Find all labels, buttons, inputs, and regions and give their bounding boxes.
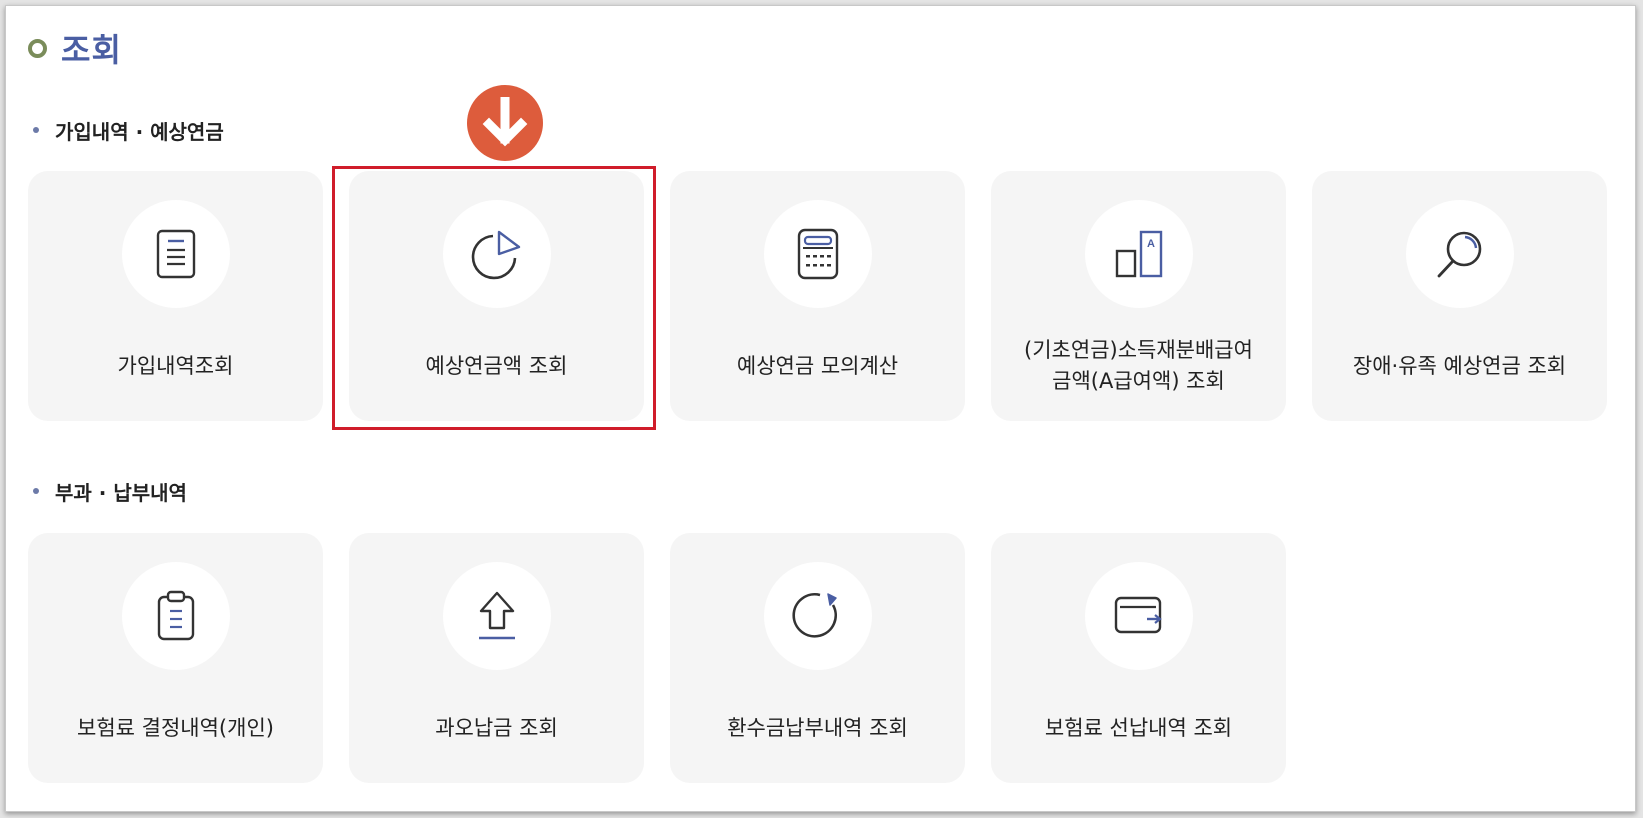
down-arrow-icon — [482, 97, 528, 147]
icon-circle — [122, 562, 230, 670]
card-label: 예상연금 모의계산 — [736, 353, 899, 378]
card-premium-decision[interactable]: 보험료 결정내역(개인) — [28, 533, 323, 783]
card-overpayment[interactable]: 과오납금 조회 — [349, 533, 644, 783]
card-label: 보험료 결정내역(개인) — [77, 715, 274, 740]
a-value-icon: A — [1115, 230, 1163, 278]
icon-circle — [443, 562, 551, 670]
section-title-text: 가입내역 · 예상연금 — [55, 119, 224, 144]
section-title-billing: 부과 · 납부내역 — [33, 476, 187, 506]
title-bullet-icon — [28, 38, 47, 58]
refresh-icon — [792, 593, 838, 638]
card-label: 장애·유족 예상연금 조회 — [1352, 353, 1567, 378]
highlight-box — [332, 166, 656, 430]
card-premium-prepayment[interactable]: 보험료 선납내역 조회 — [991, 533, 1286, 783]
magnifier-icon — [1437, 231, 1482, 278]
section-bullet-icon — [33, 488, 39, 494]
clipboard-icon — [157, 590, 195, 641]
card-subscription-history[interactable]: 가입내역조회 — [28, 171, 323, 421]
card-label: 환수금납부내역 조회 — [727, 715, 908, 740]
page-title: 조회 — [28, 26, 122, 70]
svg-text:A: A — [1147, 238, 1155, 250]
upload-arrow-icon — [479, 591, 515, 640]
icon-circle — [764, 200, 872, 308]
icon-circle — [122, 200, 230, 308]
card-refund-payment[interactable]: 환수금납부내역 조회 — [670, 533, 965, 783]
page-title-text: 조회 — [61, 31, 122, 69]
icon-circle: A — [1085, 200, 1193, 308]
calculator-icon — [797, 228, 839, 280]
card-disability-survivor-pension[interactable]: 장애·유족 예상연금 조회 — [1312, 171, 1607, 421]
section-title-subscription: 가입내역 · 예상연금 — [33, 115, 224, 145]
document-icon — [156, 229, 196, 279]
section-bullet-icon — [33, 127, 39, 133]
icon-circle — [1406, 200, 1514, 308]
wallet-icon — [1114, 596, 1162, 634]
section-title-text: 부과 · 납부내역 — [55, 480, 187, 505]
icon-circle — [1085, 562, 1193, 670]
icon-circle — [764, 562, 872, 670]
card-basic-pension-a-value[interactable]: A (기초연금)소득재분배급여 금액(A급여액) 조회 — [991, 171, 1286, 421]
card-pension-simulation[interactable]: 예상연금 모의계산 — [670, 171, 965, 421]
card-label: (기초연금)소득재분배급여 금액(A급여액) 조회 — [1024, 338, 1253, 393]
card-label: 과오납금 조회 — [435, 715, 558, 740]
down-arrow-badge — [467, 85, 543, 161]
card-label: 가입내역조회 — [117, 353, 234, 378]
content-frame: 조회 가입내역 · 예상연금 가입내역조회 예상연금액 조회 예상연금 모의계산… — [5, 5, 1636, 812]
card-label: 보험료 선납내역 조회 — [1044, 715, 1233, 740]
